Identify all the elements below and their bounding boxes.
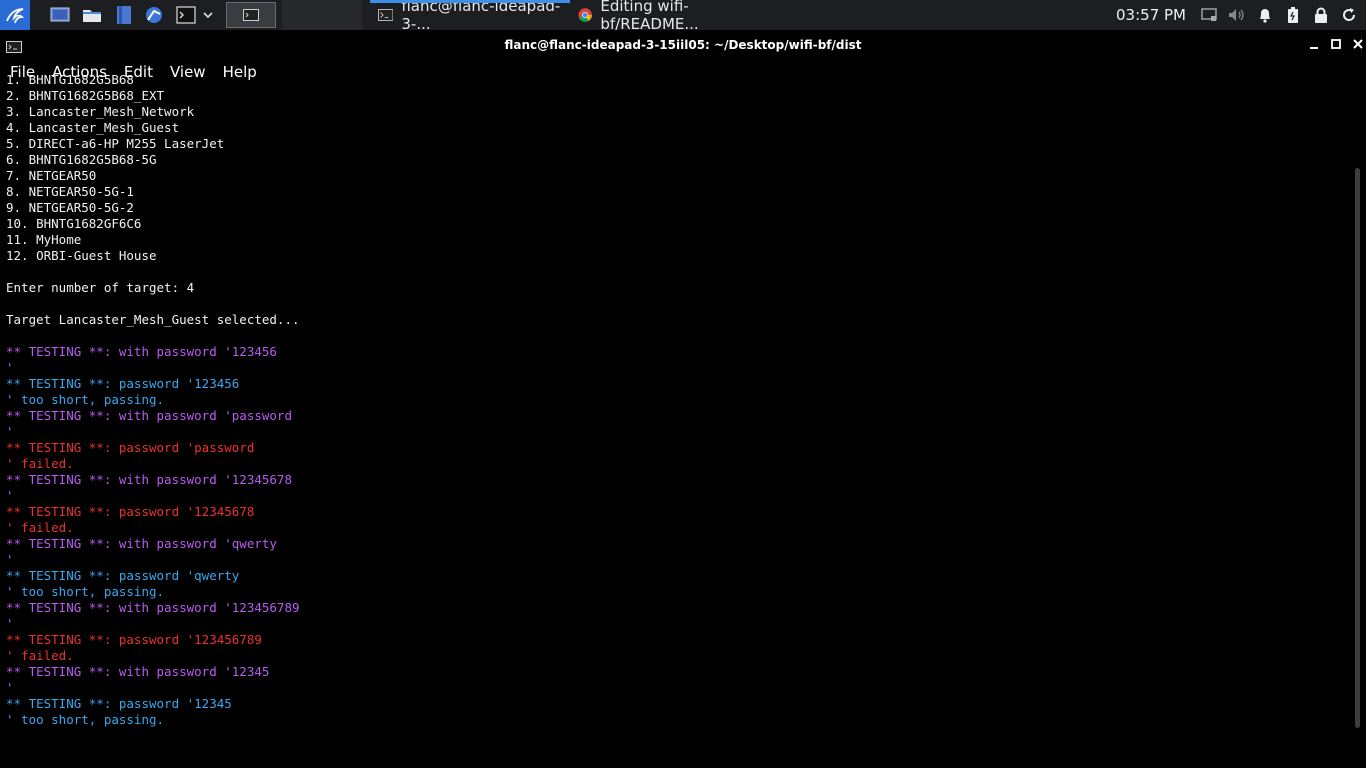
terminal-line: ' — [6, 360, 14, 375]
maximize-button[interactable] — [1328, 36, 1344, 52]
terminal-line: 1. BHNTG1682G5B68 — [6, 72, 134, 87]
terminal-line: Target Lancaster_Mesh_Guest selected... — [6, 312, 300, 327]
volume-icon[interactable] — [1228, 6, 1246, 24]
terminal-line: ' failed. — [6, 520, 74, 535]
terminal-icon — [378, 9, 394, 21]
terminal-line: ' too short, passing. — [6, 392, 165, 407]
terminal-icon — [243, 9, 259, 21]
terminal-line: Enter number of target: 4 — [6, 280, 195, 295]
terminal-line: ' too short, passing. — [6, 712, 165, 727]
terminal-line: 3. Lancaster_Mesh_Network — [6, 104, 195, 119]
terminal-line: ' failed. — [6, 456, 74, 471]
terminal-line: ** TESTING **: password '12345678 — [6, 504, 255, 519]
browser-button[interactable] — [140, 0, 168, 30]
refresh-icon[interactable] — [1340, 6, 1358, 24]
system-tray: 03:57 PM — [1116, 0, 1366, 30]
terminal-line: ** TESTING **: password 'qwerty — [6, 568, 240, 583]
taskbar-item-terminal[interactable]: flanc@flanc-ideapad-3-... — [370, 0, 570, 33]
terminal-output[interactable]: 1. BHNTG1682G5B68 2. BHNTG1682G5B68_EXT 3.… — [6, 72, 1346, 738]
terminal-line: ' — [6, 680, 14, 695]
text-editor-icon — [117, 6, 131, 24]
terminal-line: ' — [6, 552, 14, 567]
top-panel: flanc@flanc-ideapad-3-... Editing wifi-b… — [0, 0, 1366, 33]
terminal-line: 7. NETGEAR50 — [6, 168, 97, 183]
workspace-2[interactable] — [282, 0, 362, 30]
terminal-line: ** TESTING **: password '123456789 — [6, 632, 262, 647]
window-title: flanc@flanc-ideapad-3-15iil05: ~/Desktop… — [504, 38, 862, 52]
terminal-icon — [176, 6, 196, 24]
terminal-line: ** TESTING **: password 'password — [6, 440, 255, 455]
clock[interactable]: 03:57 PM — [1116, 6, 1186, 24]
terminal-line: ' failed. — [6, 648, 74, 663]
desktop-icon — [50, 7, 70, 22]
terminal-line: ** TESTING **: with password 'qwerty — [6, 536, 277, 551]
terminal-line: ' too short, passing. — [6, 584, 165, 599]
terminal-line: 10. BHNTG1682GF6C6 — [6, 216, 142, 231]
terminal-line: 4. Lancaster_Mesh_Guest — [6, 120, 180, 135]
kali-dragon-icon — [6, 8, 25, 24]
text-editor-button[interactable] — [110, 0, 138, 30]
chrome-icon — [578, 8, 592, 22]
maximize-icon — [1331, 39, 1341, 49]
terminal-scrollbar[interactable] — [1355, 168, 1360, 728]
terminal-line: 9. NETGEAR50-5G-2 — [6, 200, 134, 215]
terminal-line: 12. ORBI-Guest House — [6, 248, 157, 263]
terminal-line: ** TESTING **: with password '123456 — [6, 344, 277, 359]
taskbar-item-label: Editing wifi-bf/README... — [600, 0, 699, 33]
close-icon — [1353, 39, 1363, 49]
window-titlebar[interactable]: flanc@flanc-ideapad-3-15iil05: ~/Desktop… — [0, 30, 1366, 60]
taskbar-item-label: flanc@flanc-ideapad-3-... — [401, 0, 561, 33]
chevron-down-icon — [203, 12, 213, 19]
terminal-line: ** TESTING **: with password '12345 — [6, 664, 270, 679]
terminal-line: ' — [6, 488, 14, 503]
terminal-line: 2. BHNTG1682G5B68_EXT — [6, 88, 165, 103]
launcher-dropdown-button[interactable] — [200, 0, 216, 30]
battery-icon[interactable] — [1284, 6, 1302, 24]
terminal-line: ** TESTING **: password '123456 — [6, 376, 240, 391]
terminal-line: ** TESTING **: with password 'password — [6, 408, 292, 423]
screen-cast-icon[interactable] — [1200, 6, 1218, 24]
terminal-line: ' — [6, 424, 14, 439]
terminal-line: 11. MyHome — [6, 232, 82, 247]
terminal-line: ** TESTING **: with password '12345678 — [6, 472, 292, 487]
terminal-launcher-button[interactable] — [172, 0, 200, 30]
kali-menu-button[interactable] — [0, 0, 30, 30]
close-button[interactable] — [1350, 36, 1366, 52]
workspace-1[interactable] — [226, 2, 276, 28]
lock-icon[interactable] — [1312, 6, 1330, 24]
minimize-button[interactable] — [1306, 36, 1322, 52]
terminal-line: 5. DIRECT-a6-HP M255 LaserJet — [6, 136, 225, 151]
browser-icon — [146, 7, 162, 23]
terminal-line: ** TESTING **: password '12345 — [6, 696, 232, 711]
terminal-line: ' — [6, 616, 14, 631]
folder-icon — [83, 10, 101, 22]
notifications-bell-icon[interactable] — [1256, 6, 1274, 24]
file-manager-button[interactable] — [78, 0, 106, 30]
taskbar-item-browser[interactable]: Editing wifi-bf/README... — [570, 0, 776, 33]
terminal-line: ** TESTING **: with password '123456789 — [6, 600, 300, 615]
show-desktop-button[interactable] — [46, 0, 74, 30]
minimize-icon — [1310, 47, 1318, 49]
terminal-line: 8. NETGEAR50-5G-1 — [6, 184, 134, 199]
terminal-line: 6. BHNTG1682G5B68-5G — [6, 152, 157, 167]
